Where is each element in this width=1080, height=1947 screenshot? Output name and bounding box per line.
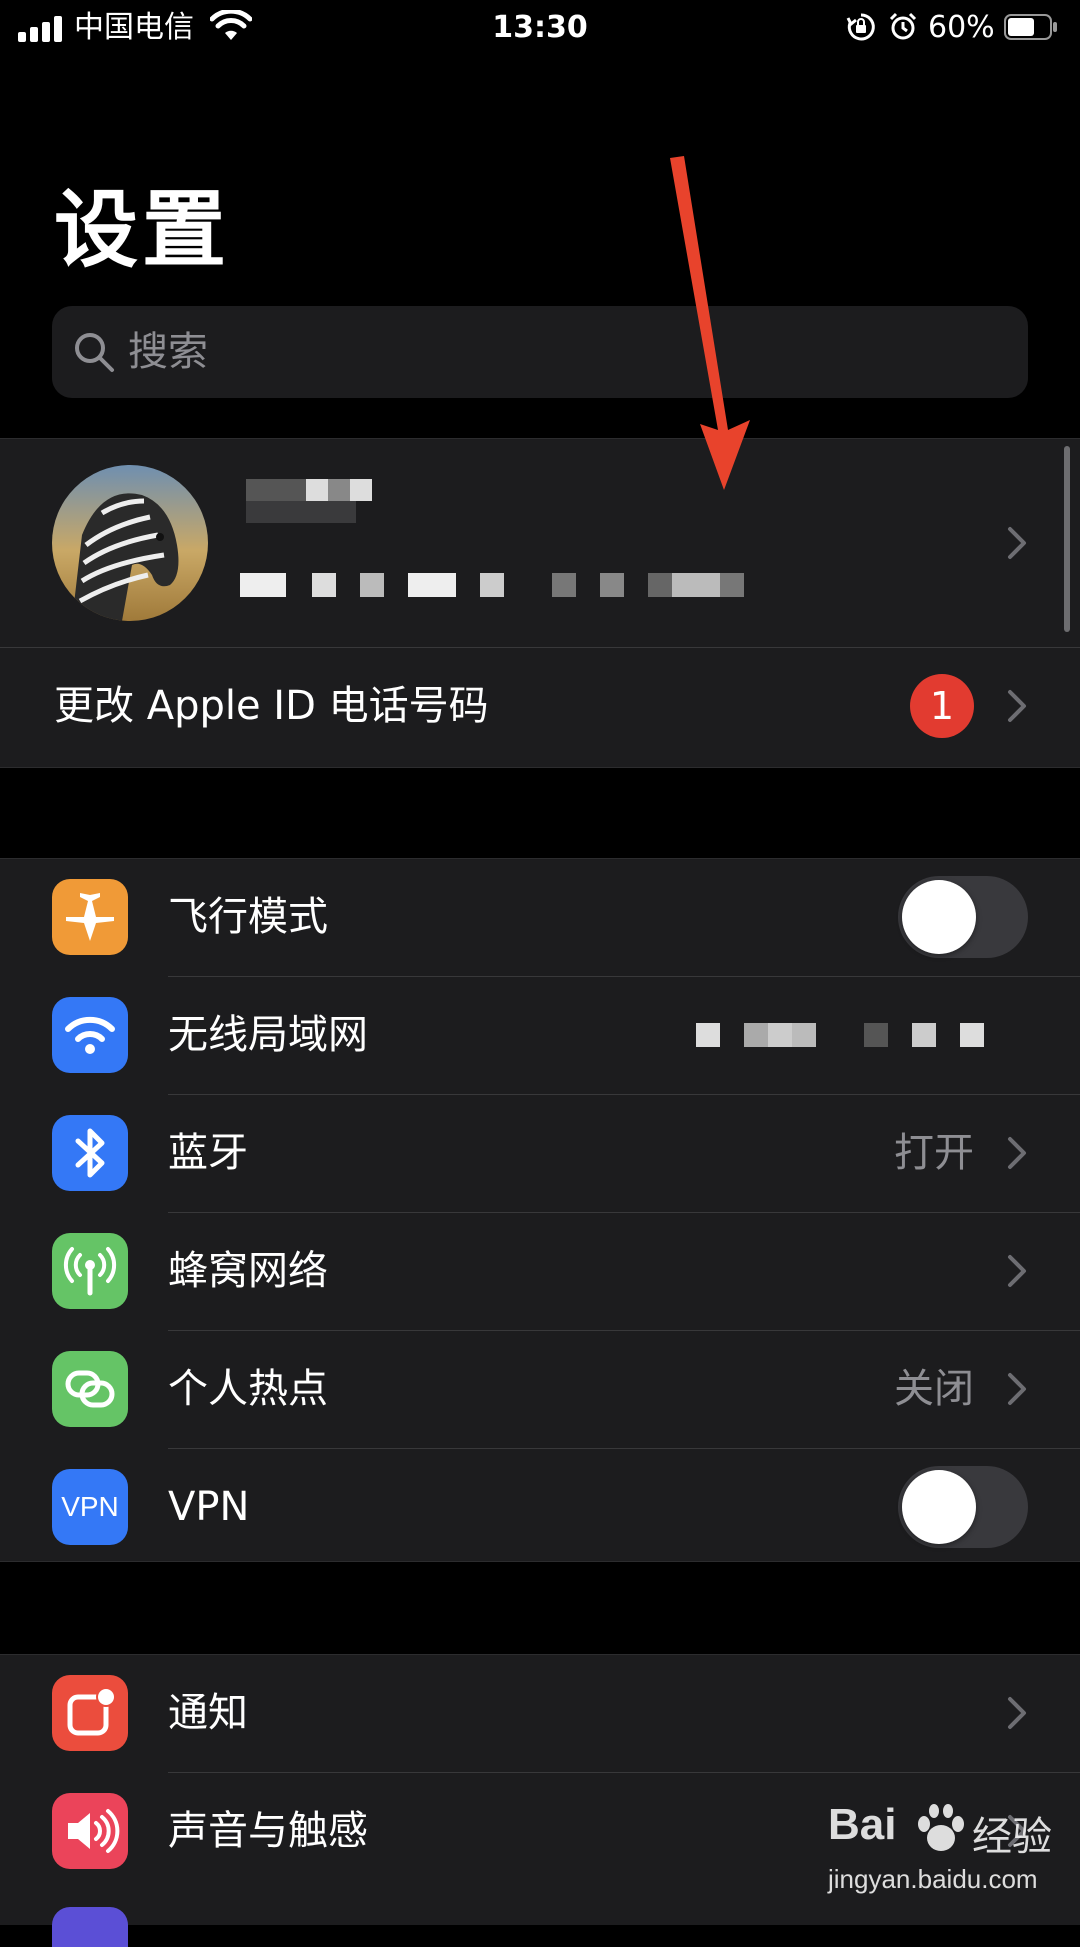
- status-bar: 中国电信 13:30 60%: [0, 0, 1080, 60]
- bluetooth-status: 打开: [894, 1130, 974, 1176]
- account-group: 更改 Apple ID 电话号码 1: [0, 438, 1080, 768]
- watermark-brand: Bai: [828, 1800, 897, 1849]
- redacted-account-name: [246, 479, 416, 543]
- battery-icon: [1004, 14, 1057, 40]
- wifi-label: 无线局域网: [168, 1012, 368, 1058]
- search-bar[interactable]: [52, 306, 1028, 398]
- cellular-label: 蜂窝网络: [168, 1248, 328, 1294]
- settings-row-notifications[interactable]: 通知: [0, 1655, 1080, 1772]
- vpn-toggle[interactable]: [898, 1466, 1028, 1548]
- personal-hotspot-status: 关闭: [894, 1366, 974, 1412]
- clock: 13:30: [492, 10, 588, 45]
- redacted-wifi-network: [676, 1021, 1036, 1049]
- rotation-lock-icon: [846, 13, 875, 41]
- airplane-mode-toggle[interactable]: [898, 876, 1028, 958]
- speaker-icon: [52, 1793, 128, 1869]
- vpn-icon: VPN: [52, 1469, 128, 1545]
- watermark-suffix: 经验: [972, 1814, 1052, 1860]
- hotspot-link-icon: [52, 1351, 128, 1427]
- watermark-url: jingyan.baidu.com: [828, 1864, 1038, 1894]
- settings-row-airplane-mode[interactable]: 飞行模式: [0, 859, 1080, 976]
- search-icon: [75, 333, 114, 372]
- chevron-right-icon: [1008, 690, 1026, 722]
- airplane-icon: [52, 879, 128, 955]
- alarm-icon: [889, 12, 917, 40]
- personal-hotspot-label: 个人热点: [168, 1366, 328, 1412]
- change-apple-id-phone-row[interactable]: 更改 Apple ID 电话号码 1: [0, 648, 1080, 765]
- wifi-icon: [52, 997, 128, 1073]
- avatar: [52, 465, 208, 621]
- settings-row-cellular[interactable]: 蜂窝网络: [0, 1213, 1080, 1330]
- vpn-label: VPN: [168, 1484, 250, 1530]
- apple-id-profile-row[interactable]: [0, 439, 1080, 647]
- cellular-antenna-icon: [52, 1233, 128, 1309]
- carrier-name: 中国电信: [74, 10, 194, 45]
- chevron-right-icon: [1008, 1697, 1026, 1729]
- wifi-status-icon: [210, 10, 252, 40]
- settings-row-wifi[interactable]: 无线局域网: [0, 977, 1080, 1094]
- search-input[interactable]: [128, 306, 988, 398]
- annotation-arrow: [670, 156, 750, 490]
- settings-row-bluetooth[interactable]: 蓝牙 打开: [0, 1095, 1080, 1212]
- next-settings-icon: [52, 1907, 128, 1947]
- settings-row-vpn[interactable]: VPN VPN: [0, 1449, 1080, 1566]
- connectivity-group: 飞行模式 无线局域网 蓝牙 打开 蜂窝网络 个人热点 关闭 VPN VPN: [0, 858, 1080, 1562]
- page-title: 设置: [54, 181, 231, 279]
- scrollbar[interactable]: [1064, 446, 1070, 632]
- notification-badge: 1: [910, 674, 974, 738]
- bluetooth-label: 蓝牙: [168, 1130, 248, 1176]
- chevron-right-icon: [1008, 1255, 1026, 1287]
- change-apple-id-phone-label: 更改 Apple ID 电话号码: [54, 683, 489, 729]
- notifications-label: 通知: [168, 1690, 248, 1736]
- chevron-right-icon: [1008, 1137, 1026, 1169]
- signal-strength-icon: [18, 16, 64, 42]
- sounds-haptics-label: 声音与触感: [168, 1808, 368, 1854]
- baidu-jingyan-watermark: Bai 经验 jingyan.baidu.com: [828, 1800, 1068, 1910]
- paw-icon: [918, 1804, 964, 1851]
- chevron-right-icon: [1008, 527, 1026, 559]
- bluetooth-icon: [52, 1115, 128, 1191]
- chevron-right-icon: [1008, 1373, 1026, 1405]
- airplane-mode-label: 飞行模式: [168, 894, 328, 940]
- redacted-account-email: [240, 573, 800, 599]
- battery-percentage: 60%: [928, 10, 995, 45]
- notification-icon: [52, 1675, 128, 1751]
- settings-row-personal-hotspot[interactable]: 个人热点 关闭: [0, 1331, 1080, 1448]
